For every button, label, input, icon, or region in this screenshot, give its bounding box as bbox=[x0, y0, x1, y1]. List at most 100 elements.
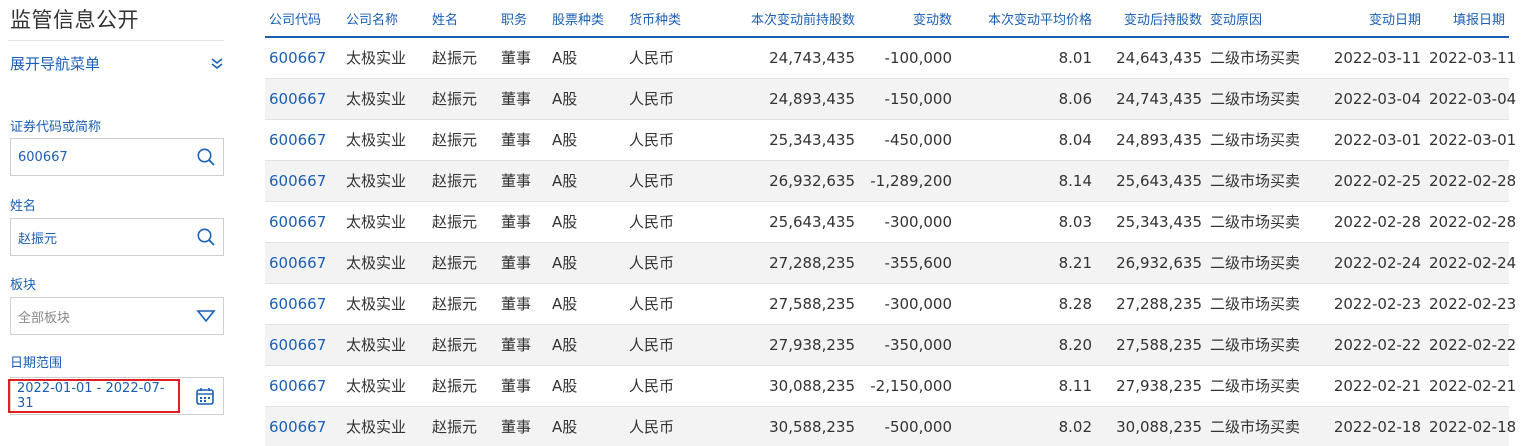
board-select-value: 全部板块 bbox=[18, 310, 71, 326]
table-row: 600667 太极实业 赵振元 董事 A股 人民币 30,588,235 -500,000 8.… bbox=[265, 406, 1516, 446]
cell-change-date: 2022-02-18 bbox=[1325, 406, 1425, 446]
cell-person-name: 赵振元 bbox=[428, 160, 497, 202]
cell-change-date: 2022-03-04 bbox=[1325, 78, 1425, 120]
cell-company-code: 600667 bbox=[265, 283, 342, 325]
cell-shares-before: 30,588,235 bbox=[711, 406, 859, 446]
cell-company-code: 600667 bbox=[265, 406, 342, 446]
table-row: 600667 太极实业 赵振元 董事 A股 人民币 27,938,235 -350,000 8.… bbox=[265, 324, 1516, 366]
date-range-input[interactable]: 2022-01-01 - 2022-07-31 bbox=[8, 379, 180, 413]
cell-change-date: 2022-02-25 bbox=[1325, 160, 1425, 202]
board-select[interactable]: 全部板块 bbox=[10, 297, 224, 335]
table-row: 600667 太极实业 赵振元 董事 A股 人民币 26,932,635 -1,289,200… bbox=[265, 160, 1516, 202]
company-code-link[interactable]: 600667 bbox=[269, 418, 326, 436]
cell-reason: 二级市场买卖 bbox=[1206, 283, 1325, 325]
header-person-name: 姓名 bbox=[428, 0, 497, 38]
header-position: 职务 bbox=[497, 0, 548, 38]
code-input[interactable] bbox=[11, 139, 189, 175]
company-code-link[interactable]: 600667 bbox=[269, 131, 326, 149]
sidebar: 监管信息公开 展开导航菜单 证券代码或简称 姓名 板块 全部板块 bbox=[0, 0, 236, 446]
cell-change: -300,000 bbox=[859, 283, 956, 325]
name-search-button[interactable] bbox=[189, 219, 223, 255]
cell-shares-before: 26,932,635 bbox=[711, 160, 859, 202]
cell-report-date: 2022-02-28 bbox=[1425, 160, 1516, 202]
cell-change-date: 2022-02-23 bbox=[1325, 283, 1425, 325]
cell-reason: 二级市场买卖 bbox=[1206, 37, 1325, 79]
header-currency: 货币种类 bbox=[625, 0, 711, 38]
company-code-link[interactable]: 600667 bbox=[269, 172, 326, 190]
company-code-link[interactable]: 600667 bbox=[269, 254, 326, 272]
cell-person-name: 赵振元 bbox=[428, 119, 497, 161]
cell-company-code: 600667 bbox=[265, 365, 342, 407]
cell-company-code: 600667 bbox=[265, 201, 342, 243]
header-stock-type: 股票种类 bbox=[548, 0, 625, 38]
cell-shares-after: 27,938,235 bbox=[1096, 365, 1206, 407]
table-row: 600667 太极实业 赵振元 董事 A股 人民币 25,343,435 -450,000 8.… bbox=[265, 119, 1516, 161]
cell-position: 董事 bbox=[497, 406, 548, 446]
cell-person-name: 赵振元 bbox=[428, 242, 497, 284]
cell-currency: 人民币 bbox=[625, 406, 711, 446]
cell-position: 董事 bbox=[497, 160, 548, 202]
cell-reason: 二级市场买卖 bbox=[1206, 406, 1325, 446]
cell-change-date: 2022-03-11 bbox=[1325, 37, 1425, 79]
cell-company-code: 600667 bbox=[265, 37, 342, 79]
cell-stock-type: A股 bbox=[548, 324, 625, 366]
cell-reason: 二级市场买卖 bbox=[1206, 201, 1325, 243]
cell-change: -500,000 bbox=[859, 406, 956, 446]
calendar-icon bbox=[196, 388, 214, 405]
cell-shares-before: 24,893,435 bbox=[711, 78, 859, 120]
cell-person-name: 赵振元 bbox=[428, 283, 497, 325]
cell-position: 董事 bbox=[497, 283, 548, 325]
table-row: 600667 太极实业 赵振元 董事 A股 人民币 24,743,435 -100,000 8.… bbox=[265, 37, 1516, 79]
cell-shares-after: 30,088,235 bbox=[1096, 406, 1206, 446]
page-title: 监管信息公开 bbox=[10, 8, 139, 32]
cell-avg-price: 8.06 bbox=[956, 78, 1096, 120]
cell-avg-price: 8.04 bbox=[956, 119, 1096, 161]
cell-currency: 人民币 bbox=[625, 160, 711, 202]
cell-reason: 二级市场买卖 bbox=[1206, 78, 1325, 120]
cell-change-date: 2022-02-22 bbox=[1325, 324, 1425, 366]
cell-reason: 二级市场买卖 bbox=[1206, 119, 1325, 161]
table-header-row: 公司代码 公司名称 姓名 职务 股票种类 货币种类 本次变动前持股数 变动数 本… bbox=[265, 0, 1509, 38]
cell-position: 董事 bbox=[497, 119, 548, 161]
cell-avg-price: 8.14 bbox=[956, 160, 1096, 202]
name-field-label: 姓名 bbox=[10, 199, 37, 214]
company-code-link[interactable]: 600667 bbox=[269, 377, 326, 395]
cell-shares-before: 25,343,435 bbox=[711, 119, 859, 161]
cell-avg-price: 8.03 bbox=[956, 201, 1096, 243]
cell-company-name: 太极实业 bbox=[342, 119, 428, 161]
cell-stock-type: A股 bbox=[548, 78, 625, 120]
date-picker-button[interactable] bbox=[190, 382, 220, 410]
table-row: 600667 太极实业 赵振元 董事 A股 人民币 24,893,435 -150,000 8.… bbox=[265, 78, 1516, 120]
board-dropdown-button[interactable] bbox=[189, 298, 223, 334]
cell-change: -100,000 bbox=[859, 37, 956, 79]
company-code-link[interactable]: 600667 bbox=[269, 295, 326, 313]
company-code-link[interactable]: 600667 bbox=[269, 90, 326, 108]
cell-company-name: 太极实业 bbox=[342, 242, 428, 284]
cell-stock-type: A股 bbox=[548, 406, 625, 446]
name-input[interactable] bbox=[11, 219, 189, 255]
search-icon bbox=[197, 148, 215, 166]
cell-report-date: 2022-02-23 bbox=[1425, 283, 1516, 325]
cell-avg-price: 8.11 bbox=[956, 365, 1096, 407]
cell-shares-before: 24,743,435 bbox=[711, 37, 859, 79]
cell-stock-type: A股 bbox=[548, 160, 625, 202]
code-search-button[interactable] bbox=[189, 139, 223, 175]
cell-report-date: 2022-02-21 bbox=[1425, 365, 1516, 407]
cell-position: 董事 bbox=[497, 201, 548, 243]
company-code-link[interactable]: 600667 bbox=[269, 213, 326, 231]
cell-shares-after: 24,643,435 bbox=[1096, 37, 1206, 79]
header-shares-after: 变动后持股数 bbox=[1096, 0, 1206, 38]
cell-company-name: 太极实业 bbox=[342, 160, 428, 202]
table-row: 600667 太极实业 赵振元 董事 A股 人民币 30,088,235 -2,150,000… bbox=[265, 365, 1516, 407]
date-range-label: 日期范围 bbox=[10, 356, 63, 371]
cell-change-date: 2022-02-28 bbox=[1325, 201, 1425, 243]
cell-shares-before: 27,938,235 bbox=[711, 324, 859, 366]
nav-menu-toggle[interactable]: 展开导航菜单 bbox=[10, 50, 224, 76]
cell-currency: 人民币 bbox=[625, 119, 711, 161]
cell-company-name: 太极实业 bbox=[342, 78, 428, 120]
header-change: 变动数 bbox=[859, 0, 956, 38]
table-row: 600667 太极实业 赵振元 董事 A股 人民币 27,288,235 -355,600 8.… bbox=[265, 242, 1516, 284]
company-code-link[interactable]: 600667 bbox=[269, 336, 326, 354]
company-code-link[interactable]: 600667 bbox=[269, 49, 326, 67]
cell-change: -150,000 bbox=[859, 78, 956, 120]
